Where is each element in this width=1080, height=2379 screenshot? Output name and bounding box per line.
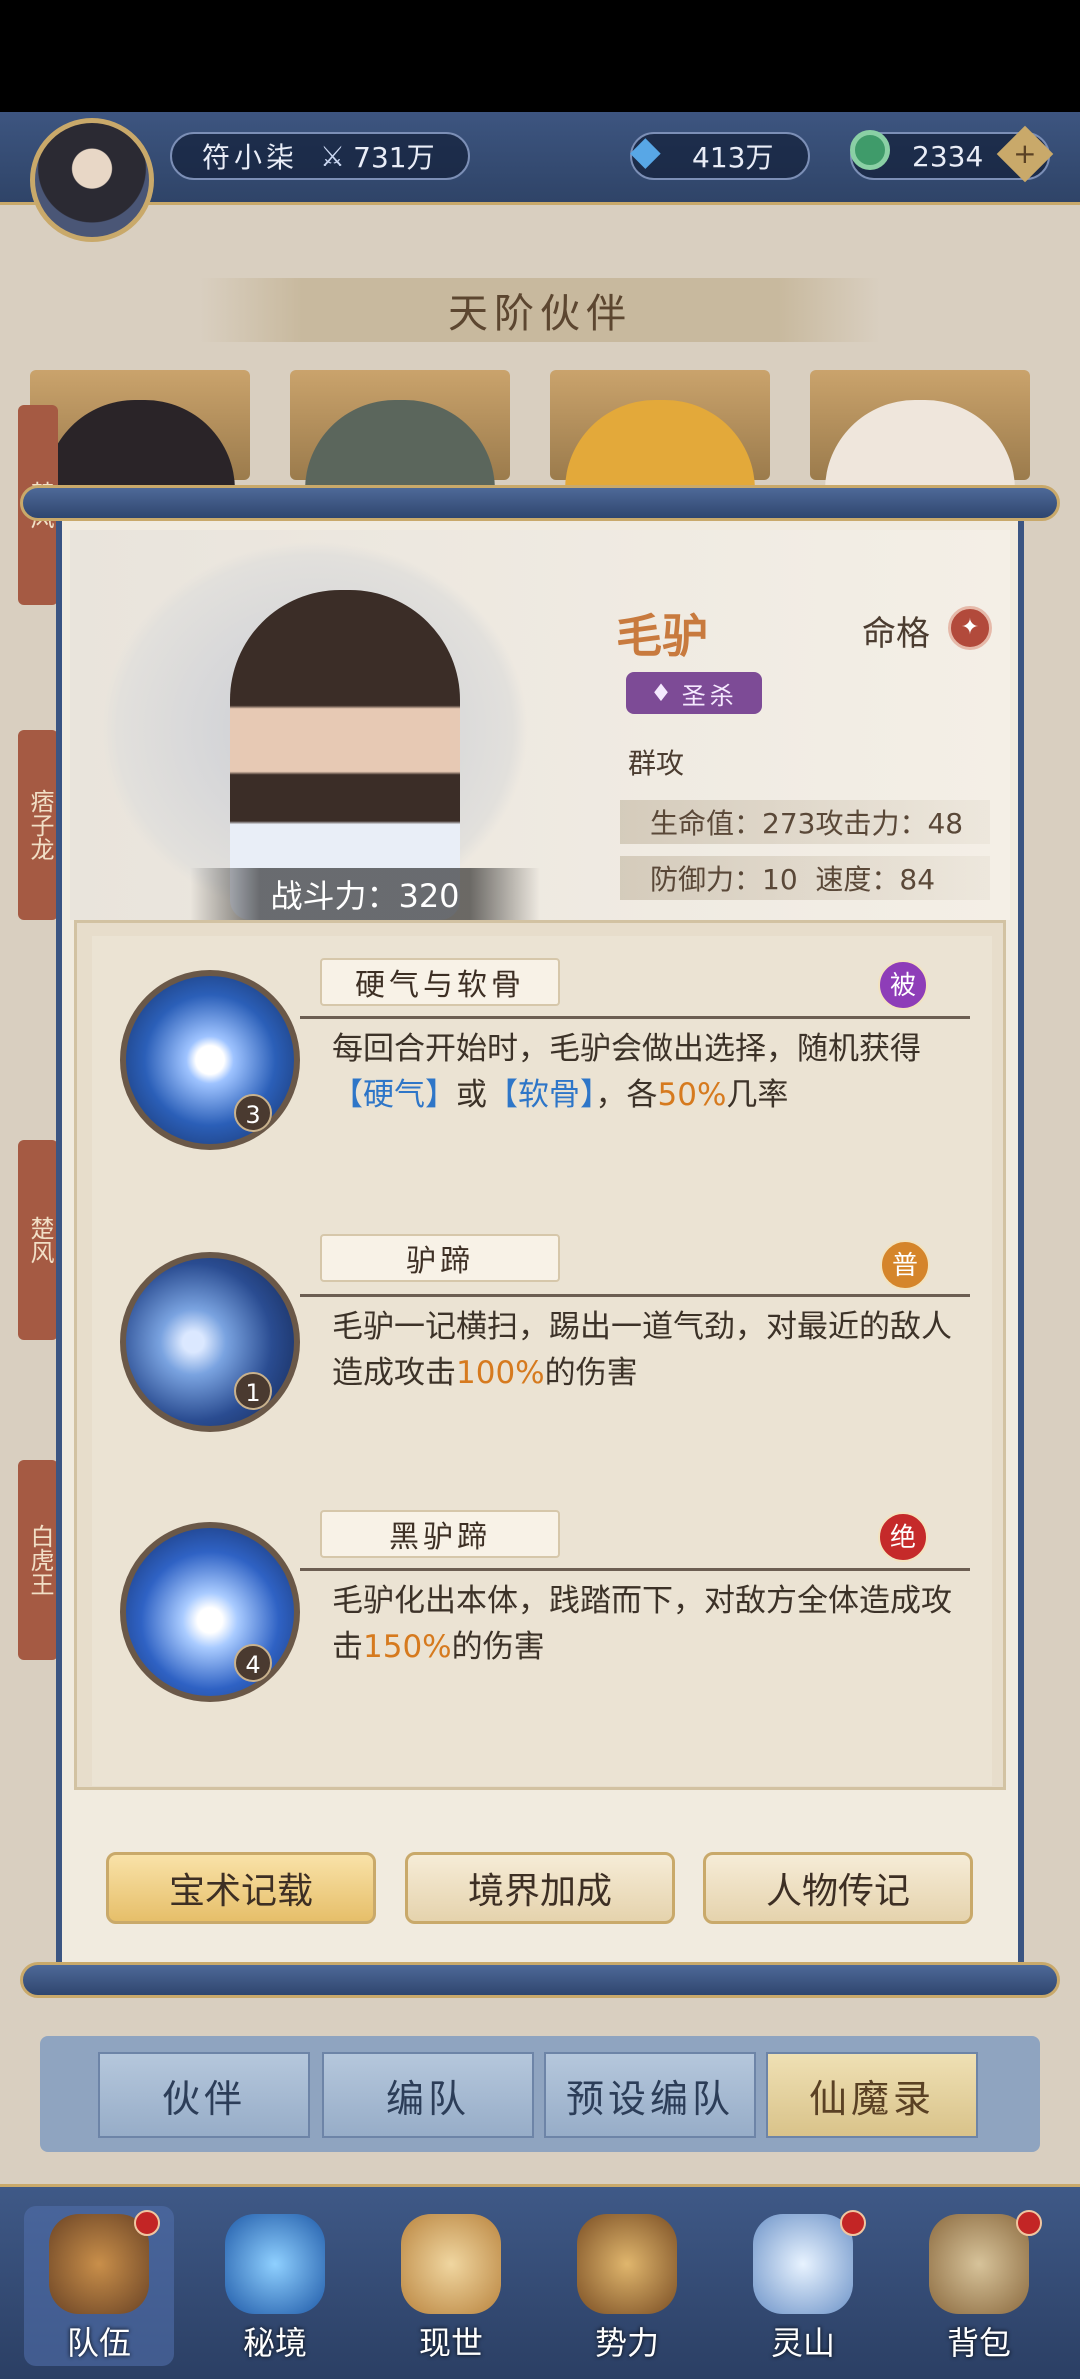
skill-description: 毛驴一记横扫，踢出一道气劲，对最近的敌人造成攻击100%的伤害 xyxy=(332,1304,952,1396)
skill-icon[interactable] xyxy=(120,970,300,1150)
nav-present-world[interactable]: 现世 xyxy=(376,2206,526,2366)
desc-percent: 50% xyxy=(657,1077,727,1113)
stats-row: 生命值：273攻击力：48 xyxy=(620,800,990,844)
desc-percent: 100% xyxy=(456,1355,545,1391)
nav-faction[interactable]: 势力 xyxy=(552,2206,702,2366)
scroll-rod-bottom xyxy=(20,1962,1060,1998)
stats-hp-atk: 生命值：273攻击力：48 xyxy=(650,807,964,840)
fate-icon[interactable]: ✦ xyxy=(948,606,992,650)
crystal-icon: ◆ xyxy=(630,128,661,174)
desc-highlight: 【硬气】 xyxy=(332,1077,456,1113)
sword-icon: ⚔ xyxy=(320,139,346,173)
nav-label: 队伍 xyxy=(66,2324,131,2362)
side-partner-tag[interactable]: 白虎王 xyxy=(18,1460,58,1660)
desc-text: 或 xyxy=(456,1077,487,1113)
skill-description: 毛驴化出本体，践踏而下，对敌方全体造成攻击150%的伤害 xyxy=(332,1578,952,1670)
section-banner: 天阶伙伴 xyxy=(200,278,880,342)
character-name: 毛驴 xyxy=(616,609,708,663)
combat-power-value: 731万 xyxy=(353,141,435,174)
desc-highlight: 【软骨】 xyxy=(487,1077,596,1113)
skill-level: 4 xyxy=(234,1644,272,1682)
desc-percent: 150% xyxy=(363,1629,452,1665)
nav-team[interactable]: 队伍 xyxy=(24,2206,174,2366)
desc-text: 的伤害 xyxy=(544,1355,638,1391)
stats-def-spd: 防御力：10 速度：84 xyxy=(650,863,936,896)
tab-immortal-demon-records[interactable]: 仙魔录 xyxy=(766,2052,978,2138)
notification-dot xyxy=(1016,2210,1042,2236)
side-partner-tag[interactable]: 楚风 xyxy=(18,1140,58,1340)
desc-text: ，各 xyxy=(595,1077,658,1113)
skill-type-tag: 被 xyxy=(878,960,928,1010)
skill-icon[interactable] xyxy=(120,1522,300,1702)
tab-preset-formation[interactable]: 预设编队 xyxy=(544,2052,756,2138)
jade-value: 2334 xyxy=(912,139,984,173)
skill-divider xyxy=(300,1294,970,1297)
scroll-rod-top xyxy=(20,485,1060,521)
desc-text: 几率 xyxy=(726,1077,789,1113)
notification-dot xyxy=(134,2210,160,2236)
tab-partners[interactable]: 伙伴 xyxy=(98,2052,310,2138)
realm-bonus-button[interactable]: 境界加成 xyxy=(405,1852,675,1924)
pavilion-icon xyxy=(577,2214,677,2314)
player-name: 符小柒 xyxy=(202,141,299,174)
jade-icon xyxy=(850,130,890,170)
nav-spirit-mountain[interactable]: 灵山 xyxy=(728,2206,878,2366)
treasure-records-button[interactable]: 宝术记载 xyxy=(106,1852,376,1924)
rank-label: 圣杀 xyxy=(681,681,738,710)
nav-label: 势力 xyxy=(594,2324,659,2362)
backpack-icon xyxy=(929,2214,1029,2314)
notification-dot xyxy=(840,2210,866,2236)
role-label: 群攻 xyxy=(628,747,685,780)
power-strip: 战斗力：320 xyxy=(190,868,540,920)
skill-level: 1 xyxy=(234,1372,272,1410)
skill-level: 3 xyxy=(234,1094,272,1132)
desc-text: 毛驴一记横扫，踢出一道气劲，对最近的敌人造成攻击 xyxy=(332,1309,952,1391)
status-bar xyxy=(0,0,1080,112)
power-text: 战斗力：320 xyxy=(270,877,460,915)
gem-value: 413万 xyxy=(692,141,774,174)
side-partner-tag[interactable]: 痞子龙 xyxy=(18,730,58,920)
skill-divider xyxy=(300,1016,970,1019)
tab-formation[interactable]: 编队 xyxy=(322,2052,534,2138)
vortex-icon xyxy=(225,2214,325,2314)
desc-text: 每回合开始时，毛驴会做出选择，随机获得 xyxy=(332,1031,921,1067)
biography-button[interactable]: 人物传记 xyxy=(703,1852,973,1924)
fate-label: 命格 xyxy=(862,614,930,654)
player-info-pill[interactable]: 符小柒 ⚔ 731万 xyxy=(170,132,470,180)
nav-label: 灵山 xyxy=(770,2324,835,2362)
player-avatar[interactable] xyxy=(30,118,154,242)
banner-title: 天阶伙伴 xyxy=(448,291,632,337)
nav-label: 现世 xyxy=(418,2324,483,2362)
skill-name: 驴蹄 xyxy=(320,1234,560,1282)
desc-text: 的伤害 xyxy=(451,1629,545,1665)
plus-icon: + xyxy=(1013,137,1037,170)
nav-label: 背包 xyxy=(946,2324,1011,2362)
skill-icon[interactable] xyxy=(120,1252,300,1432)
skill-type-tag: 绝 xyxy=(878,1512,928,1562)
rank-badge: ♦ 圣杀 xyxy=(626,672,762,714)
skill-type-tag: 普 xyxy=(880,1240,930,1290)
nav-secret-realm[interactable]: 秘境 xyxy=(200,2206,350,2366)
scroll-map-icon xyxy=(401,2214,501,2314)
team-icon xyxy=(49,2214,149,2314)
nav-backpack[interactable]: 背包 xyxy=(904,2206,1054,2366)
skill-name: 硬气与软骨 xyxy=(320,958,560,1006)
nav-label: 秘境 xyxy=(242,2324,307,2362)
mountain-icon xyxy=(753,2214,853,2314)
skill-description: 每回合开始时，毛驴会做出选择，随机获得【硬气】或【软骨】，各50%几率 xyxy=(332,1026,952,1118)
skill-name: 黑驴蹄 xyxy=(320,1510,560,1558)
skill-divider xyxy=(300,1568,970,1571)
flame-icon: ♦ xyxy=(650,679,676,707)
stats-row: 防御力：10 速度：84 xyxy=(620,856,990,900)
